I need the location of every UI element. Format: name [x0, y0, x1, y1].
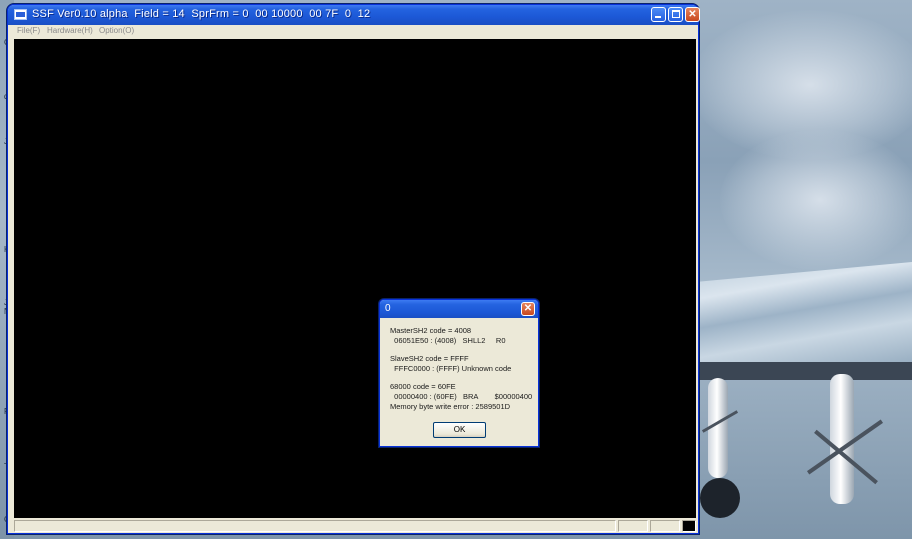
- dialog-close-button[interactable]: ✕: [521, 302, 535, 316]
- message-line: SlaveSH2 code = FFFF: [390, 354, 469, 363]
- app-icon[interactable]: [14, 9, 27, 20]
- status-pane: [618, 520, 648, 532]
- close-icon: ✕: [523, 303, 533, 314]
- dialog-titlebar[interactable]: 0 ✕: [380, 300, 538, 318]
- wallpaper-jet-wing: [698, 262, 912, 372]
- menu-file[interactable]: File(F): [17, 26, 40, 35]
- wallpaper-wing-shadow: [698, 362, 912, 380]
- message-line: 00000400 : (60FE) BRA $00000400: [390, 392, 533, 401]
- message-line: 06051E50 : (4008) SHLL2 R0: [390, 336, 506, 345]
- close-icon: ✕: [688, 9, 697, 20]
- menu-hardware[interactable]: Hardware(H): [47, 26, 93, 35]
- status-indicator: [683, 521, 695, 531]
- dialog-title: 0: [385, 303, 391, 314]
- status-pane-main: [14, 520, 616, 532]
- emulator-screen[interactable]: [14, 39, 696, 518]
- maximize-icon: [672, 10, 680, 18]
- wallpaper-missile: [830, 374, 854, 504]
- emulator-window: SSF Ver0.10 alpha Field = 14 SprFrm = 0 …: [7, 4, 700, 534]
- minimize-icon: [655, 16, 661, 18]
- window-title: SSF Ver0.10 alpha Field = 14 SprFrm = 0 …: [32, 8, 371, 20]
- wallpaper-intake: [700, 478, 740, 518]
- message-line: MasterSH2 code = 4008: [390, 326, 472, 335]
- error-dialog: 0 ✕ MasterSH2 code = 4008 06051E50 : (40…: [379, 299, 539, 447]
- message-line: Memory byte write error : 2589501D: [390, 402, 511, 411]
- status-pane: [650, 520, 680, 532]
- message-line: 68000 code = 60FE: [390, 382, 456, 391]
- dialog-message: MasterSH2 code = 4008 06051E50 : (4008) …: [390, 326, 536, 412]
- close-button[interactable]: ✕: [685, 7, 700, 22]
- minimize-button[interactable]: [651, 7, 666, 22]
- maximize-button[interactable]: [668, 7, 683, 22]
- menu-option[interactable]: Option(O): [99, 26, 134, 35]
- wallpaper-cloud: [720, 130, 912, 270]
- ok-button[interactable]: OK: [433, 422, 486, 438]
- status-bar: [14, 519, 696, 533]
- message-line: FFFC0000 : (FFFF) Unknown code: [390, 364, 512, 373]
- window-titlebar[interactable]: SSF Ver0.10 alpha Field = 14 SprFrm = 0 …: [8, 5, 700, 25]
- menu-bar: File(F) Hardware(H) Option(O): [8, 25, 698, 39]
